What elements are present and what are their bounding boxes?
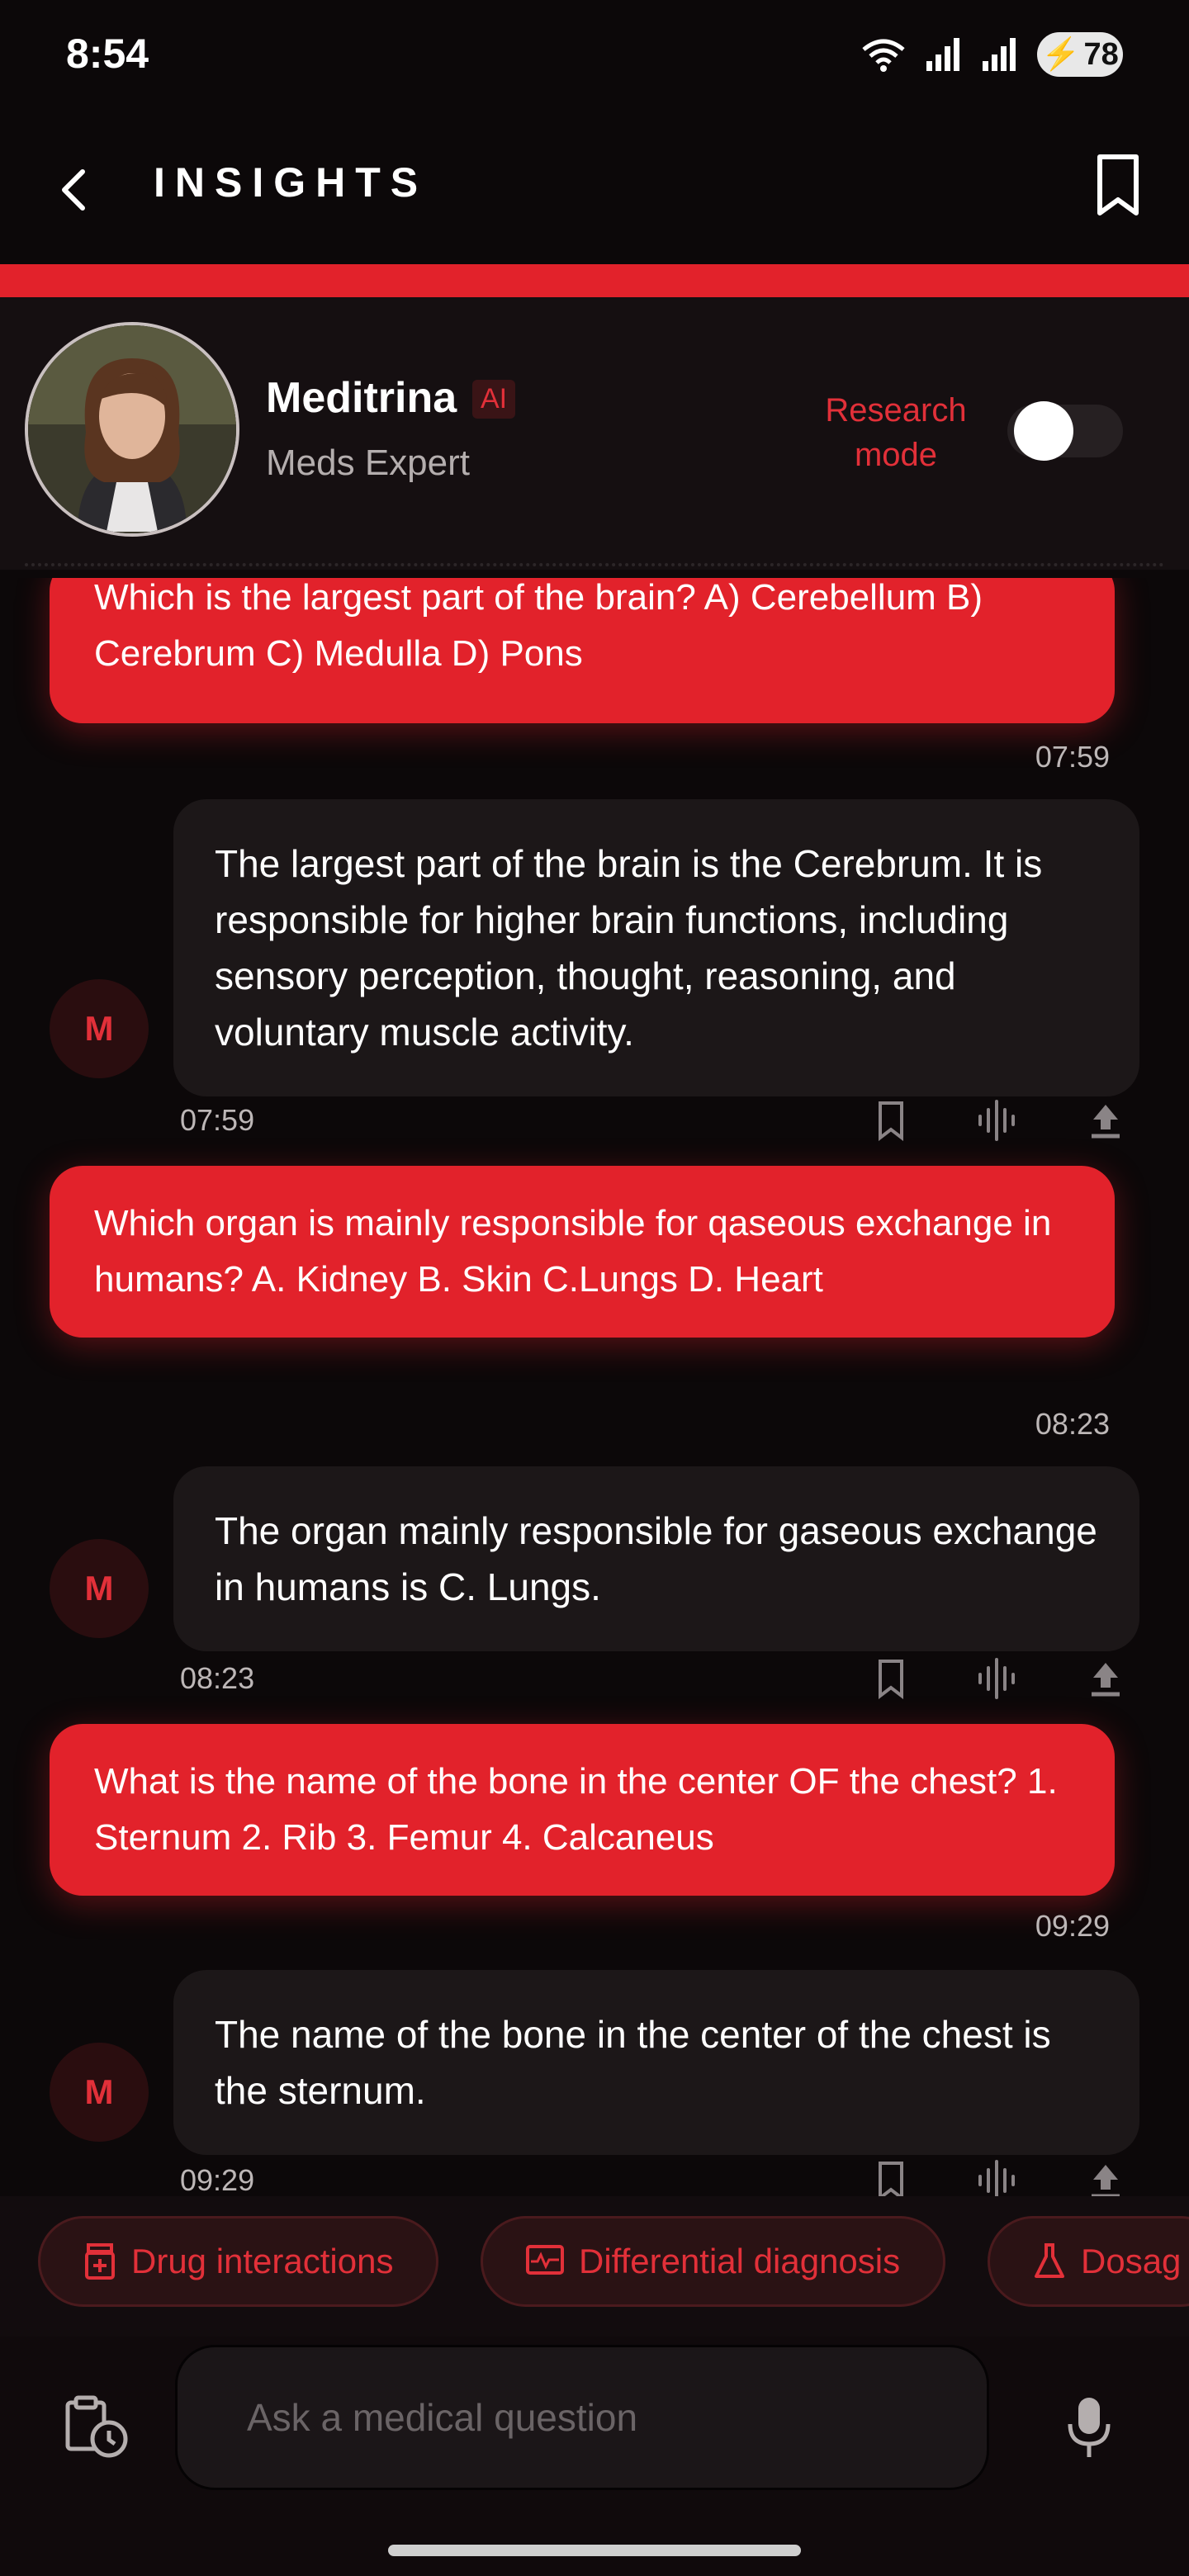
- chip-label: Drug interactions: [131, 2242, 394, 2280]
- signal-icon: [926, 38, 959, 71]
- suggestion-chips: Drug interactions Differential diagnosis…: [0, 2196, 1189, 2337]
- chip-label: Differential diagnosis: [579, 2242, 901, 2280]
- back-arrow-icon[interactable]: [50, 165, 99, 215]
- bot-message[interactable]: The organ mainly responsible for gaseous…: [173, 1466, 1139, 1651]
- message-timestamp: 07:59: [1035, 740, 1110, 774]
- input-bar: [0, 2337, 1189, 2576]
- status-icons: ⚡ 78: [860, 30, 1123, 79]
- divider: [25, 563, 1164, 566]
- home-indicator[interactable]: [388, 2545, 801, 2556]
- chip-dosage[interactable]: Dosag: [988, 2216, 1189, 2307]
- history-clipboard-icon[interactable]: [64, 2394, 130, 2460]
- share-upload-icon[interactable]: [1085, 1658, 1126, 1699]
- bookmark-icon[interactable]: [1092, 152, 1144, 218]
- message-text: The organ mainly responsible for gaseous…: [215, 1509, 1097, 1608]
- user-message[interactable]: Which is the largest part of the brain? …: [50, 578, 1115, 723]
- bookmark-icon[interactable]: [870, 1100, 912, 1141]
- assistant-profile: Meditrina AI Meds Expert Research mode: [0, 297, 1189, 570]
- audio-waveform-icon[interactable]: [976, 1100, 1017, 1141]
- message-timestamp: 08:23: [1035, 1407, 1110, 1441]
- message-timestamp: 09:29: [180, 2163, 255, 2196]
- bot-message[interactable]: The name of the bone in the center of th…: [173, 1970, 1139, 2155]
- message-text: The name of the bone in the center of th…: [215, 2013, 1051, 2112]
- research-mode-label: Research mode: [825, 392, 967, 473]
- message-text: Which organ is mainly responsible for qa…: [94, 1203, 1052, 1300]
- chip-drug-interactions[interactable]: Drug interactions: [38, 2216, 439, 2307]
- bookmark-icon[interactable]: [870, 1658, 912, 1699]
- bookmark-icon[interactable]: [870, 2160, 912, 2196]
- bot-avatar: M: [50, 2043, 149, 2142]
- bot-avatar: M: [50, 1539, 149, 1638]
- message-timestamp: 09:29: [1035, 1909, 1110, 1943]
- audio-waveform-icon[interactable]: [976, 2160, 1017, 2196]
- pill-bottle-icon: [85, 2243, 115, 2280]
- battery-indicator: ⚡ 78: [1037, 32, 1123, 77]
- assistant-avatar: [25, 322, 239, 537]
- flask-icon: [1035, 2243, 1064, 2278]
- microphone-icon[interactable]: [1063, 2394, 1115, 2460]
- audio-waveform-icon[interactable]: [976, 1658, 1017, 1699]
- monitor-pulse-icon: [526, 2245, 564, 2275]
- message-text: The largest part of the brain is the Cer…: [215, 842, 1043, 1054]
- toggle-knob[interactable]: [1014, 401, 1073, 461]
- status-bar: 8:54 ⚡ 78: [0, 0, 1189, 116]
- header-accent-bar: [0, 264, 1189, 297]
- page-title: INSIGHTS: [154, 159, 429, 206]
- bot-message[interactable]: The largest part of the brain is the Cer…: [173, 799, 1139, 1096]
- battery-level: 78: [1083, 36, 1119, 72]
- share-upload-icon[interactable]: [1085, 2160, 1126, 2196]
- chip-label: Dosag: [1081, 2242, 1182, 2280]
- message-text: What is the name of the bone in the cent…: [94, 1761, 1058, 1858]
- battery-charging-icon: ⚡: [1041, 37, 1081, 72]
- user-message[interactable]: What is the name of the bone in the cent…: [50, 1724, 1115, 1896]
- wifi-icon: [862, 39, 905, 72]
- research-mode-toggle[interactable]: [1007, 401, 1123, 461]
- assistant-role: Meds Expert: [266, 443, 470, 483]
- share-upload-icon[interactable]: [1085, 1100, 1126, 1141]
- message-timestamp: 08:23: [180, 1661, 255, 1695]
- question-input[interactable]: [175, 2345, 989, 2490]
- signal-icon-2: [983, 38, 1016, 71]
- app-header: INSIGHTS: [0, 116, 1189, 264]
- bot-avatar: M: [50, 979, 149, 1078]
- chip-differential-diagnosis[interactable]: Differential diagnosis: [481, 2216, 946, 2307]
- message-text: Which is the largest part of the brain? …: [94, 578, 983, 674]
- message-timestamp: 07:59: [180, 1103, 255, 1137]
- assistant-name: Meditrina: [266, 374, 457, 422]
- chat-thread: Which is the largest part of the brain? …: [0, 578, 1189, 2196]
- user-message[interactable]: Which organ is mainly responsible for qa…: [50, 1166, 1115, 1338]
- status-time: 8:54: [66, 31, 149, 77]
- ai-badge: AI: [472, 380, 516, 419]
